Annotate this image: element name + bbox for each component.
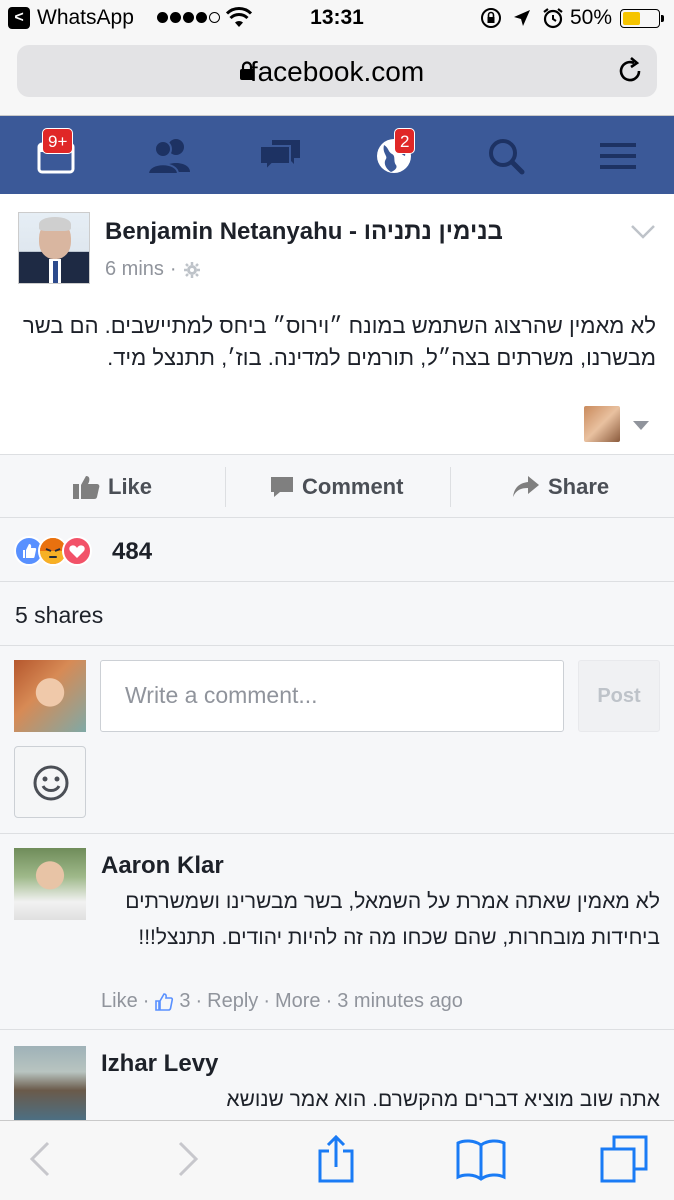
comment-label: Comment bbox=[302, 474, 404, 499]
comment-text: לא מאמין שאתה אמרת על השמאל, בשר מבשרינו… bbox=[125, 890, 660, 949]
friends-icon[interactable] bbox=[146, 136, 190, 176]
caret-down-icon[interactable] bbox=[633, 421, 649, 430]
thumbs-up-icon bbox=[73, 476, 100, 499]
comment-actions: Like · 3 · Reply · More · 3 minutes ago bbox=[101, 990, 463, 1013]
comment-button[interactable]: Comment bbox=[270, 455, 403, 519]
shares-row[interactable]: 5 shares bbox=[0, 582, 674, 646]
post-comment-button[interactable]: Post bbox=[578, 660, 660, 732]
comment-item: Izhar Levy אתה שוב מוציא דברים מהקשרם. ה… bbox=[0, 1030, 674, 1120]
alarm-icon bbox=[543, 8, 563, 29]
commenter-avatar[interactable] bbox=[14, 1046, 86, 1120]
status-icons bbox=[480, 7, 564, 29]
meta-separator: · bbox=[169, 258, 177, 280]
facebook-navigation-bar: 9+ 2 bbox=[0, 116, 674, 194]
post-card: Benjamin Netanyahu - בנימין נתניהו 6 min… bbox=[0, 194, 674, 454]
author-avatar[interactable] bbox=[18, 212, 90, 284]
reload-icon[interactable] bbox=[618, 57, 644, 90]
love-reaction-icon bbox=[62, 536, 92, 566]
shares-count[interactable]: 5 shares bbox=[15, 602, 103, 629]
share-button[interactable]: Share bbox=[512, 455, 609, 519]
friend-requests-badge: 9+ bbox=[42, 128, 74, 154]
reaction-count[interactable]: 484 bbox=[112, 538, 152, 566]
comment-input[interactable]: Write a comment... bbox=[100, 660, 564, 732]
share-arrow-icon bbox=[513, 476, 539, 497]
back-icon[interactable] bbox=[28, 1139, 52, 1184]
location-icon bbox=[514, 10, 530, 26]
post-body-text: לא מאמין שהרצוג השתמש במונח ״וירוס״ ביחס… bbox=[23, 313, 656, 370]
ios-status-bar: < WhatsApp 13:31 50% bbox=[0, 0, 674, 40]
commenter-name[interactable]: Izhar Levy bbox=[101, 1050, 218, 1078]
rotation-lock-icon bbox=[481, 8, 501, 28]
comment-like-count[interactable]: 3 bbox=[179, 990, 190, 1013]
safari-address-bar-area: facebook.com bbox=[0, 40, 674, 116]
comment-like-link[interactable]: Like bbox=[101, 990, 138, 1013]
safari-toolbar bbox=[0, 1120, 674, 1200]
bookmarks-icon[interactable] bbox=[456, 1137, 506, 1186]
share-label: Share bbox=[548, 474, 610, 499]
battery-icon bbox=[620, 9, 664, 28]
post-author-name[interactable]: Benjamin Netanyahu - בנימין נתניהו bbox=[105, 218, 503, 246]
comment-bubble-icon bbox=[271, 477, 293, 497]
sticker-button[interactable] bbox=[14, 746, 86, 818]
post-action-bar: Like Comment Share bbox=[0, 454, 674, 518]
address-bar[interactable]: facebook.com bbox=[17, 45, 657, 97]
like-button[interactable]: Like bbox=[72, 455, 152, 519]
battery-percent: 50% bbox=[570, 6, 613, 29]
commenter-name[interactable]: Aaron Klar bbox=[101, 852, 224, 880]
reactions-summary[interactable]: 484 bbox=[0, 518, 674, 582]
current-user-avatar bbox=[14, 660, 86, 732]
comment-time[interactable]: 3 minutes ago bbox=[337, 990, 463, 1013]
comment-text: אתה שוב מוציא דברים מהקשרם. הוא אמר שנוש… bbox=[226, 1088, 660, 1111]
reaction-icons bbox=[14, 536, 104, 566]
thumbs-up-outline-icon bbox=[155, 992, 174, 1011]
share-icon[interactable] bbox=[316, 1134, 356, 1188]
post-options-chevron-icon[interactable] bbox=[630, 224, 656, 245]
comment-item: Aaron Klar לא מאמין שאתה אמרת על השמאל, … bbox=[0, 834, 674, 1030]
search-icon[interactable] bbox=[486, 136, 526, 176]
comment-composer: Write a comment... Post bbox=[0, 646, 674, 834]
url-text[interactable]: facebook.com bbox=[17, 56, 657, 88]
menu-icon[interactable] bbox=[598, 136, 638, 176]
post-time[interactable]: 6 mins bbox=[105, 258, 164, 281]
tabs-icon[interactable] bbox=[600, 1135, 648, 1188]
commenter-avatar[interactable] bbox=[14, 848, 86, 920]
post-meta: 6 mins · bbox=[105, 258, 201, 281]
public-audience-icon bbox=[183, 261, 200, 278]
smiley-icon bbox=[33, 765, 69, 801]
comment-more-link[interactable]: More bbox=[275, 990, 321, 1013]
comment-reply-link[interactable]: Reply bbox=[207, 990, 258, 1013]
forward-icon[interactable] bbox=[176, 1139, 200, 1184]
notifications-badge: 2 bbox=[394, 128, 416, 154]
like-label: Like bbox=[108, 474, 153, 499]
viewer-avatar[interactable] bbox=[584, 406, 620, 442]
messages-icon[interactable] bbox=[258, 136, 300, 176]
